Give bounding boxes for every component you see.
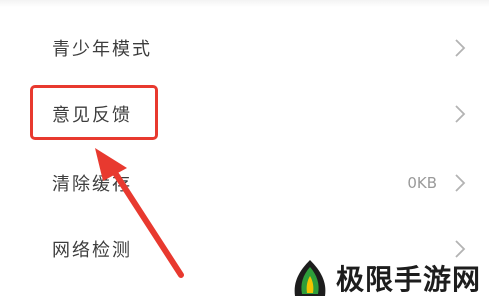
settings-item-label: 清除缓存 [52,174,132,195]
chevron-right-icon [453,104,467,124]
feedback-highlight-box [30,85,158,140]
chevron-right-icon [453,38,467,58]
chevron-right-icon [453,173,467,193]
settings-item-clear-cache[interactable]: 清除缓存 0KB [0,148,489,218]
watermark-text: 极限手游网 [335,263,481,296]
watermark-logo-icon [294,260,326,296]
settings-item-label: 网络检测 [52,240,132,261]
settings-item-label: 青少年模式 [52,39,152,60]
watermark: 极限手游网 [290,259,481,297]
chevron-right-icon [453,239,467,259]
top-divider [0,0,489,7]
cache-size-value: 0KB [407,174,437,192]
settings-item-youth-mode[interactable]: 青少年模式 [0,13,489,83]
settings-screen: 青少年模式 意见反馈 清除缓存 0KB 网络检测 极限手游网 [0,0,489,303]
